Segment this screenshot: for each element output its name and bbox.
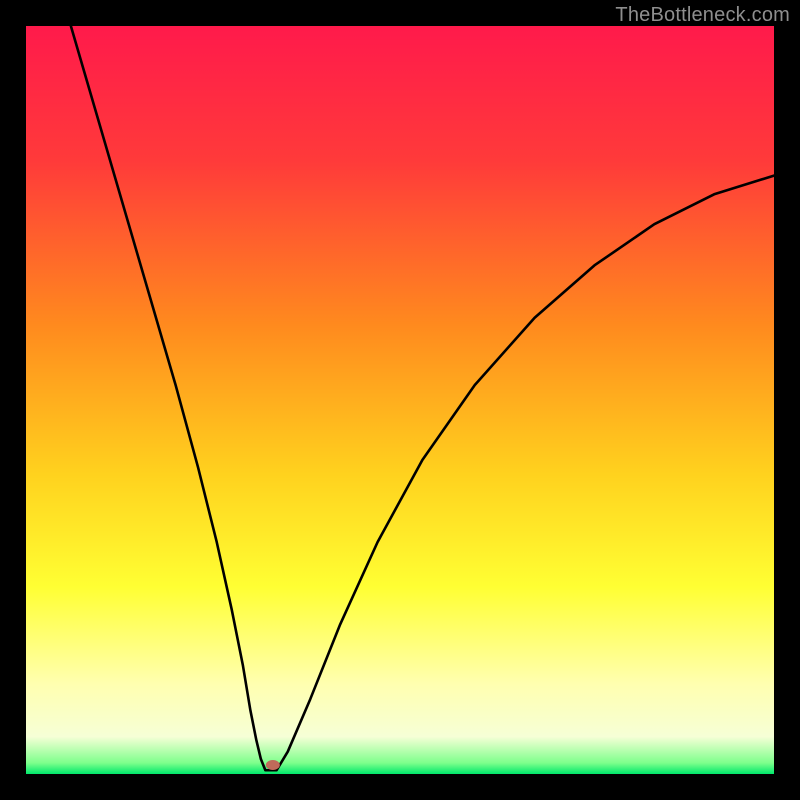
gradient-background bbox=[26, 26, 774, 774]
marker-dot bbox=[266, 760, 280, 770]
watermark-text: TheBottleneck.com bbox=[615, 4, 790, 27]
chart-svg bbox=[26, 26, 774, 774]
plot-area bbox=[26, 26, 774, 774]
chart-frame: TheBottleneck.com bbox=[0, 0, 800, 800]
